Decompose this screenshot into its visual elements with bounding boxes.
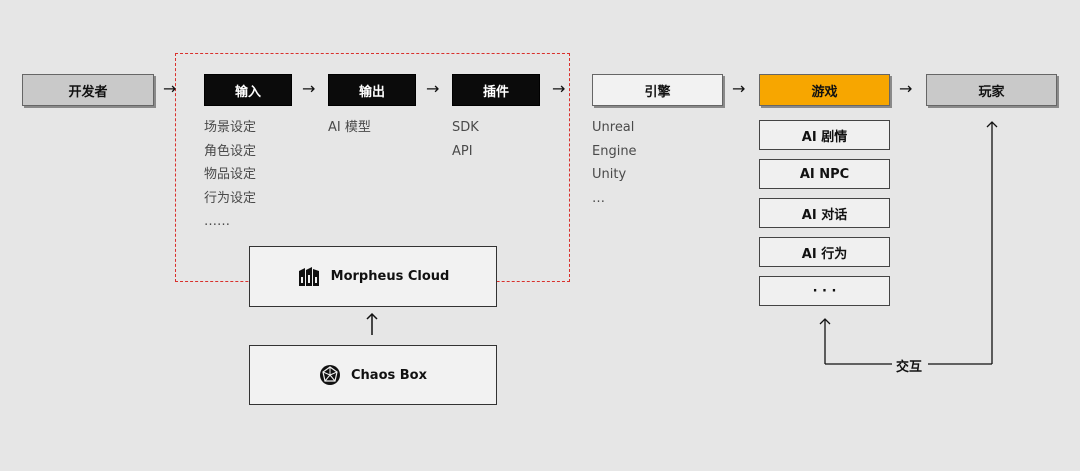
list-item: 场景设定 xyxy=(204,120,257,135)
list-item: Unity xyxy=(592,167,627,182)
developer-node[interactable]: 开发者 xyxy=(22,74,154,106)
list-item: … xyxy=(592,190,605,206)
interaction-label: 交互 xyxy=(896,360,923,375)
morpheus-cloud-box[interactable]: Morpheus Cloud xyxy=(249,246,497,307)
list-item: Engine xyxy=(592,143,637,159)
engine-node[interactable]: 引擎 xyxy=(592,74,723,106)
input-settings-list: 场景设定 角色设定 物品设定 行为设定 …… xyxy=(204,116,256,234)
input-node[interactable]: 输入 xyxy=(204,74,292,106)
engine-list: Unreal Engine Unity … xyxy=(592,116,637,210)
list-item: 角色设定 xyxy=(204,143,257,159)
arrow-icon: → xyxy=(899,79,913,98)
arrow-icon: → xyxy=(163,79,177,98)
list-item: 物品设定 xyxy=(204,167,257,182)
list-item: 行为设定 xyxy=(204,190,257,206)
list-item: Unreal xyxy=(592,120,635,135)
up-arrow-icon xyxy=(366,312,378,335)
list-item: …… xyxy=(204,214,230,229)
output-list: AI 模型 xyxy=(328,116,371,140)
arrow-icon: → xyxy=(552,79,566,98)
morpheus-logo-icon xyxy=(297,265,321,289)
player-node[interactable]: 玩家 xyxy=(926,74,1057,106)
arrow-icon: → xyxy=(732,79,746,98)
game-node[interactable]: 游戏 xyxy=(759,74,890,106)
list-item: SDK xyxy=(452,120,479,135)
plugin-node[interactable]: 插件 xyxy=(452,74,540,106)
chaos-box-logo-icon xyxy=(319,364,341,386)
arrow-icon: → xyxy=(302,79,316,98)
morpheus-cloud-label: Morpheus Cloud xyxy=(330,269,450,284)
output-node[interactable]: 输出 xyxy=(328,74,416,106)
chaos-box[interactable]: Chaos Box xyxy=(249,345,497,405)
arrow-icon: → xyxy=(426,79,440,98)
plugin-list: SDK API xyxy=(452,116,479,163)
interaction-loop-connector xyxy=(819,121,998,365)
list-item: API xyxy=(452,143,473,159)
list-item: AI 模型 xyxy=(328,120,371,135)
chaos-box-label: Chaos Box xyxy=(351,367,427,383)
